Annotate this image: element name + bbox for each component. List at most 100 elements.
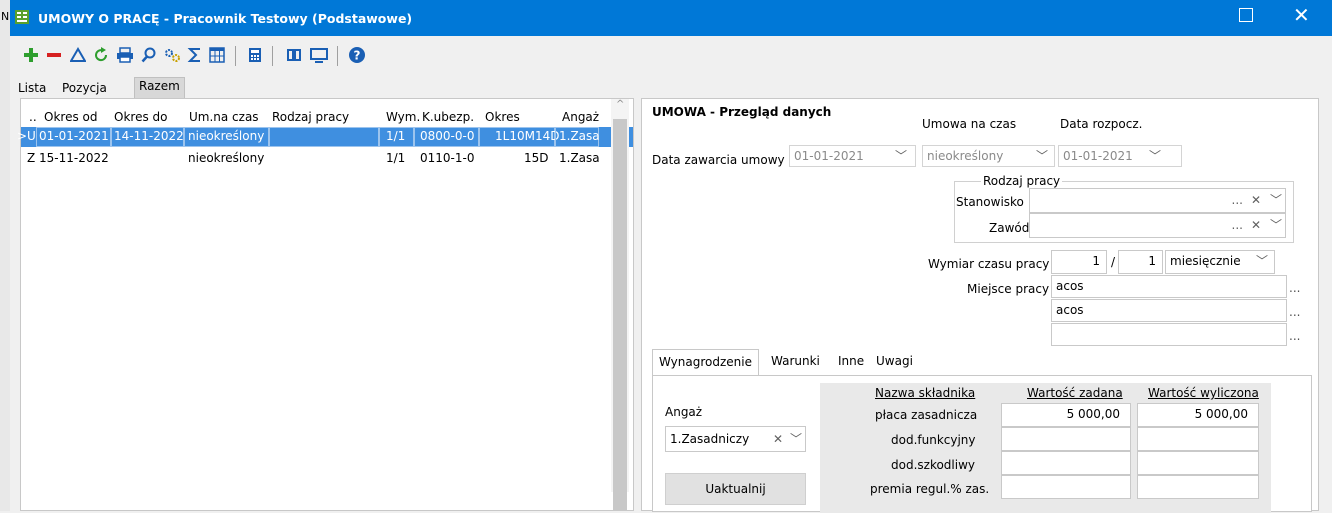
wymiar-denominator[interactable]: 1 <box>1118 250 1163 274</box>
component-zadana-input[interactable] <box>1001 427 1131 451</box>
scroll-up-icon[interactable]: ^ <box>616 99 624 110</box>
col-okres-od[interactable]: Okres od <box>44 110 97 124</box>
chevron-down-icon[interactable]: ﹀ <box>1270 216 1282 233</box>
miejsce-pracy-line-2[interactable]: acos <box>1051 299 1287 322</box>
col-okres[interactable]: Okres <box>485 110 520 124</box>
contracts-list: .. Okres od Okres do Um.na czas Rodzaj p… <box>17 98 634 511</box>
background-window-edge: N <box>0 0 10 511</box>
col-nazwa-skladnika[interactable]: Nazwa składnika <box>875 386 975 400</box>
angaz-select[interactable]: 1.Zasadniczy ✕ ﹀ <box>665 426 806 452</box>
settings-icon[interactable] <box>161 44 183 66</box>
columns-icon[interactable] <box>206 44 228 66</box>
cell-marker: U <box>27 129 36 143</box>
tab-lista[interactable]: Lista <box>14 80 50 98</box>
cell-marker: Z <box>27 151 36 165</box>
col-wartosc-wyliczona[interactable]: Wartość wyliczona <box>1148 386 1259 400</box>
split-view-icon[interactable] <box>283 44 305 66</box>
cell-okres-od: 01-01-2021 <box>39 129 109 143</box>
scrollbar-thumb[interactable] <box>613 119 627 510</box>
zawod-label: Zawód <box>989 221 1030 235</box>
component-zadana-input[interactable] <box>1001 475 1131 499</box>
col-wartosc-zadana[interactable]: Wartość zadana <box>1027 386 1123 400</box>
tab-pozycja[interactable]: Pozycja <box>58 80 111 98</box>
list-scrollbar[interactable]: ^ <box>611 99 629 510</box>
calculator-icon[interactable] <box>244 44 266 66</box>
title-bar[interactable]: UMOWY O PRACĘ - Pracownik Testowy (Podst… <box>10 0 1332 36</box>
ellipsis-button[interactable]: ... <box>1289 281 1300 295</box>
print-icon[interactable] <box>114 44 136 66</box>
tab-warunki[interactable]: Warunki <box>771 354 820 368</box>
detail-subtabs: Wynagrodzenie Warunki Inne Uwagi <box>652 349 1292 375</box>
toolbar: ? <box>10 36 1332 74</box>
clear-icon[interactable]: ✕ <box>1251 193 1261 207</box>
rodzaj-pracy-label: Rodzaj pracy <box>981 174 1063 188</box>
cell-okres: 15D <box>524 151 549 165</box>
grid-header: .. Okres od Okres do Um.na czas Rodzaj p… <box>21 99 633 126</box>
wymiar-numerator[interactable]: 1 <box>1051 250 1107 274</box>
remove-icon[interactable] <box>43 44 65 66</box>
toolbar-separator <box>235 46 236 66</box>
col-um-na-czas[interactable]: Um.na czas <box>189 110 259 124</box>
chevron-down-icon[interactable]: ﹀ <box>1036 147 1048 164</box>
wymiar-period-select[interactable]: miesięcznie ﹀ <box>1165 250 1275 274</box>
uaktualnij-button[interactable]: Uaktualnij <box>665 473 806 505</box>
col-k-ubezp[interactable]: K.ubezp. <box>422 110 474 124</box>
umowa-na-czas-label: Umowa na czas <box>922 117 1017 131</box>
col-angaz[interactable]: Angaż <box>562 110 599 124</box>
ellipsis-button[interactable]: ... <box>1232 193 1243 207</box>
sum-icon[interactable] <box>184 44 206 66</box>
screen-icon[interactable] <box>308 44 330 66</box>
ellipsis-button[interactable]: ... <box>1289 305 1300 319</box>
miejsce-pracy-line-3[interactable] <box>1051 323 1287 346</box>
toolbar-separator <box>272 46 273 66</box>
edit-icon[interactable] <box>67 44 89 66</box>
contracts-window: UMOWY O PRACĘ - Pracownik Testowy (Podst… <box>10 0 1332 513</box>
data-zawarcia-field[interactable]: 01-01-2021 ﹀ <box>789 145 916 167</box>
zawod-field[interactable]: ... ✕ ﹀ <box>1029 213 1286 238</box>
details-title: UMOWA - Przegląd danych <box>652 105 832 119</box>
col-rodzaj-pracy[interactable]: Rodzaj pracy <box>272 110 349 124</box>
chevron-down-icon[interactable]: ﹀ <box>1256 252 1268 269</box>
umowa-na-czas-select[interactable]: nieokreślony ﹀ <box>922 145 1055 167</box>
table-row[interactable]: Z 15-11-2022 nieokreślony 1/1 0110-1-0 1… <box>21 148 633 168</box>
tab-wynagrodzenie[interactable]: Wynagrodzenie <box>652 349 759 375</box>
contract-details: UMOWA - Przegląd danych Umowa na czas Da… <box>641 98 1319 513</box>
tab-razem[interactable]: Razem <box>134 77 185 98</box>
chevron-down-icon[interactable]: ﹀ <box>1149 147 1161 164</box>
component-zadana-input[interactable]: 5 000,00 <box>1001 403 1131 427</box>
tab-uwagi[interactable]: Uwagi <box>876 354 913 368</box>
col-wym[interactable]: Wym. <box>386 110 420 124</box>
table-row[interactable]: > U 01-01-2021 14-11-2022 nieokreślony 1… <box>17 127 633 147</box>
miejsce-pracy-label: Miejsce pracy <box>967 282 1050 296</box>
add-icon[interactable] <box>20 44 42 66</box>
refresh-icon[interactable] <box>90 44 112 66</box>
component-zadana-input[interactable] <box>1001 451 1131 475</box>
ellipsis-button[interactable]: ... <box>1232 218 1243 232</box>
tab-inne[interactable]: Inne <box>838 354 864 368</box>
col-marker[interactable]: .. <box>29 110 37 124</box>
cell-okres-od: 15-11-2022 <box>39 151 109 165</box>
search-icon[interactable] <box>138 44 160 66</box>
ellipsis-button[interactable]: ... <box>1289 329 1300 343</box>
row-pointer-icon: > <box>17 129 28 143</box>
cell-k-ubezp: 0110-1-0 <box>420 151 475 165</box>
chevron-down-icon[interactable]: ﹀ <box>895 147 907 164</box>
component-name: płaca zasadnicza <box>875 408 978 422</box>
close-icon[interactable]: ✕ <box>1293 3 1310 27</box>
cell-um-na-czas: nieokreślony <box>188 129 265 143</box>
cell-angaz: 1.Zasa <box>559 151 600 165</box>
col-okres-do[interactable]: Okres do <box>114 110 167 124</box>
angaz-label: Angaż <box>665 405 703 419</box>
wynagrodzenie-panel: Angaż 1.Zasadniczy ✕ ﹀ Uaktualnij Nazwa … <box>652 375 1312 513</box>
miejsce-pracy-line-1[interactable]: acos <box>1051 275 1287 298</box>
data-rozpocz-field[interactable]: 01-01-2021 ﹀ <box>1058 145 1182 167</box>
maximize-icon[interactable] <box>1239 8 1253 22</box>
chevron-down-icon[interactable]: ﹀ <box>1270 191 1282 208</box>
chevron-down-icon[interactable]: ﹀ <box>790 430 802 447</box>
clear-icon[interactable]: ✕ <box>1251 218 1261 232</box>
cell-okres: 1L10M14D <box>495 129 560 143</box>
cell-okres-do: 14-11-2022 <box>114 129 184 143</box>
clear-icon[interactable]: ✕ <box>773 432 783 446</box>
stanowisko-field[interactable]: ... ✕ ﹀ <box>1029 188 1286 213</box>
help-icon[interactable]: ? <box>346 44 368 66</box>
